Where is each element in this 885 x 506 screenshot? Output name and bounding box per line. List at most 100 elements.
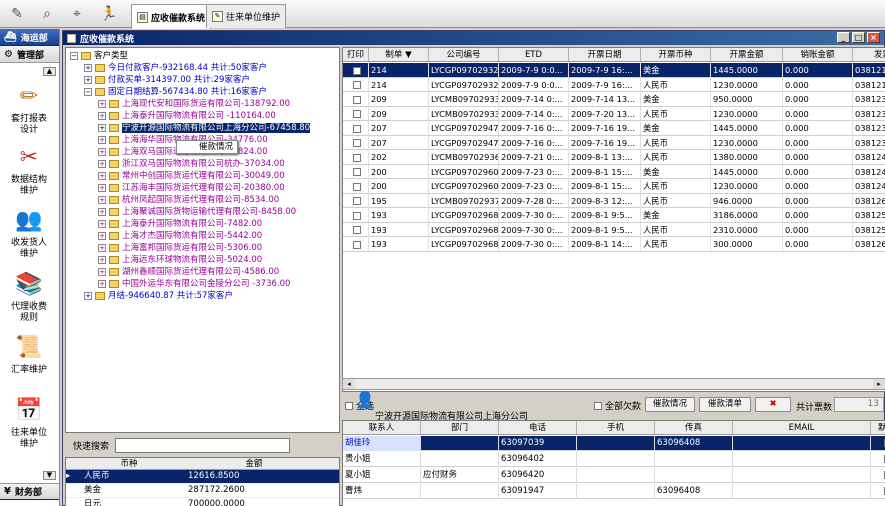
expand-icon[interactable]: +	[98, 160, 106, 168]
checkbox[interactable]	[352, 240, 361, 249]
table-row[interactable]: 美金 287172.2600	[66, 484, 339, 498]
expand-icon[interactable]: +	[98, 136, 106, 144]
tree-node-selected[interactable]: + 宁波开源国际物流有限公司上海分公司-67458.80	[98, 122, 311, 134]
nav-item-exchange-rate[interactable]: 📜 汇率维护	[0, 332, 58, 376]
expand-icon[interactable]: +	[84, 292, 92, 300]
table-row[interactable]: 日元 700000.0000	[66, 498, 339, 506]
expand-icon[interactable]: +	[98, 220, 106, 228]
tree-node[interactable]: + 上海聚诚国际货物运输代理有限公司-8458.00	[98, 206, 296, 218]
checkbox[interactable]	[352, 168, 361, 176]
table-row[interactable]: 214 LYCGP097029329 2009-7-9 0:0... 2009-7-9…	[343, 77, 885, 92]
nav-header-finance[interactable]: ¥ 财务部	[0, 483, 59, 500]
collapse-icon[interactable]: −	[84, 88, 92, 96]
close-icon[interactable]: ×	[867, 32, 880, 43]
table-row[interactable]: 胡佳玲 63097039 63096408	[343, 436, 885, 451]
print-checkbox-cell[interactable]	[343, 222, 369, 237]
checkbox[interactable]	[594, 401, 602, 410]
col-invoice-date[interactable]: 开票日期	[569, 48, 641, 62]
expand-icon[interactable]: +	[98, 232, 106, 240]
collection-list-button[interactable]: 催款清单	[699, 397, 751, 412]
col-etd[interactable]: ETD	[499, 48, 569, 62]
collapse-icon[interactable]: −	[70, 52, 78, 60]
tree-node[interactable]: + 常州中创国际货运代理有限公司-30049.00	[98, 170, 285, 182]
expand-icon[interactable]: +	[98, 124, 106, 132]
nav-item-agent-fee[interactable]: 📚 代理收费规则	[0, 269, 58, 324]
table-row[interactable]: 200 LYCGP097029600 2009-7-23 0:... 2009-8-1…	[343, 164, 885, 179]
expand-icon[interactable]: +	[98, 100, 106, 108]
col-writeoff-amount[interactable]: 销账金额	[783, 48, 853, 62]
col-contact[interactable]: 联系人	[343, 421, 421, 435]
checkbox[interactable]	[352, 110, 361, 118]
nav-item-data-structure[interactable]: ✂ 数据结构维护	[0, 142, 58, 197]
nav-item-print-design[interactable]: ✏ 套打报表设计	[0, 81, 58, 136]
checkbox[interactable]	[352, 226, 361, 234]
table-row[interactable]: 193 LYCGP097029688 2009-7-30 0:... 2009-8-1…	[343, 222, 885, 237]
table-row[interactable]: 207 LYCGP097029471 2009-7-16 0:... 2009-7-1…	[343, 121, 885, 136]
nav-scroll-up[interactable]: ▲	[43, 67, 56, 76]
table-row[interactable]: 193 LYCGP097029688 2009-7-30 0:... 2009-8-1…	[343, 208, 885, 223]
scroll-right-icon[interactable]: ▸	[873, 379, 885, 389]
search-icon[interactable]: ⌕	[34, 3, 60, 25]
checkbox[interactable]	[352, 95, 361, 104]
table-row[interactable]: 207 LYCGP097029471 2009-7-16 0:... 2009-7-1…	[343, 135, 885, 150]
checkbox[interactable]	[345, 401, 353, 410]
checkbox[interactable]	[352, 153, 361, 162]
print-checkbox-cell[interactable]	[343, 63, 369, 77]
expand-icon[interactable]: +	[98, 244, 106, 252]
tab-receivable-collection[interactable]: ▤ 应收催款系统	[131, 4, 212, 29]
print-checkbox-cell[interactable]	[343, 193, 369, 208]
table-row[interactable]: 195 LYCMB097029370 2009-7-28 0:... 2009-8-3…	[343, 193, 885, 208]
nav-header-admin[interactable]: ⚙ 管理部	[0, 46, 59, 63]
invoice-grid-hscroll[interactable]: ◂ ▸	[342, 378, 885, 390]
col-default[interactable]: 默认	[871, 421, 885, 435]
col-invoice-currency[interactable]: 开票币种	[641, 48, 711, 62]
default-checkbox-cell[interactable]	[871, 468, 885, 483]
col-phone[interactable]: 电话	[499, 421, 577, 435]
tree-node[interactable]: + 上海富邦国际货运有限公司-5306.00	[98, 242, 262, 254]
checkbox[interactable]	[352, 197, 361, 205]
expand-icon[interactable]: +	[98, 256, 106, 264]
expand-icon[interactable]: +	[98, 280, 106, 288]
col-dept[interactable]: 部门	[421, 421, 499, 435]
tree-node[interactable]: + 江苏海丰国际货运代理有限公司-20380.00	[98, 182, 285, 194]
default-checkbox-cell[interactable]: ✓	[871, 484, 885, 499]
checkbox[interactable]	[352, 81, 361, 89]
maximize-icon[interactable]: □	[852, 32, 865, 43]
tree-node[interactable]: + 上海才杰国际物流有限公司-5442.00	[98, 230, 262, 242]
context-menu-collection-status[interactable]: 催款情况	[176, 140, 238, 154]
quick-search-input[interactable]	[115, 437, 291, 453]
expand-icon[interactable]: +	[84, 64, 92, 72]
expand-icon[interactable]: +	[98, 196, 106, 204]
expand-icon[interactable]: +	[98, 172, 106, 180]
tab-partner-maintenance[interactable]: ✎ 往来单位维护	[206, 4, 287, 28]
table-row[interactable]: 夏小姐 应付财务 63096420	[343, 468, 885, 483]
close-red-icon[interactable]: ✖	[755, 397, 791, 412]
nav-item-consignee[interactable]: 👥 收发货人维护	[0, 205, 58, 260]
exit-runner-icon[interactable]: 🏃	[96, 3, 122, 25]
tree-node[interactable]: + 上海远东环球物流有限公司-5024.00	[98, 254, 262, 266]
tree-node[interactable]: + 月结-946640.87 共计:57家客户	[84, 290, 233, 302]
print-checkbox-cell[interactable]	[343, 208, 369, 222]
tree-node[interactable]: + 上海泰升国际物流有限公司-7482.00	[98, 218, 262, 230]
col-mobile[interactable]: 手机	[577, 421, 655, 435]
tree-node[interactable]: + 今日付款客户-932168.44 共计:50家客户	[84, 62, 267, 74]
table-row[interactable]: 202 LYCMB097029369 2009-7-21 0:... 2009-8-1…	[343, 150, 885, 165]
nav-item-partner[interactable]: 📅 往来单位维护	[0, 395, 58, 450]
all-overdue-checkbox[interactable]: 全部欠款	[594, 399, 641, 412]
col-maker[interactable]: 制单 ▼	[369, 48, 429, 62]
col-company-code[interactable]: 公司编号	[429, 48, 499, 62]
table-row[interactable]: 214 LYCGP097029329 2009-7-9 0:0... 2009-7-9…	[343, 63, 885, 78]
expand-icon[interactable]: +	[98, 112, 106, 120]
tools-icon[interactable]: ✎	[4, 3, 30, 25]
contacts-grid[interactable]: 联系人 部门 电话 手机 传真 EMAIL 默认 胡佳玲630970396309…	[342, 420, 885, 506]
default-checkbox-cell[interactable]	[871, 452, 885, 467]
invoice-grid[interactable]: 打印 制单 ▼ 公司编号 ETD 开票日期 开票币种 开票金额 销账金额 发票 …	[342, 47, 885, 392]
table-row[interactable]: 曹炜 63091947 63096408 ✓	[343, 484, 885, 499]
tree-node[interactable]: − 固定日期结算-567434.80 共计:16家客户	[84, 86, 267, 98]
print-checkbox-cell[interactable]	[343, 179, 369, 193]
table-row[interactable]: 209 LYCMB097029330 2009-7-14 0:... 2009-7-2…	[343, 106, 885, 121]
nav-scroll-down[interactable]: ▼	[43, 471, 56, 480]
print-checkbox-cell[interactable]	[343, 92, 369, 106]
table-row[interactable]: 贵小姐 63096402	[343, 452, 885, 467]
tree-node[interactable]: + 上海泰升国际物流有限公司 -110164.00	[98, 110, 276, 122]
